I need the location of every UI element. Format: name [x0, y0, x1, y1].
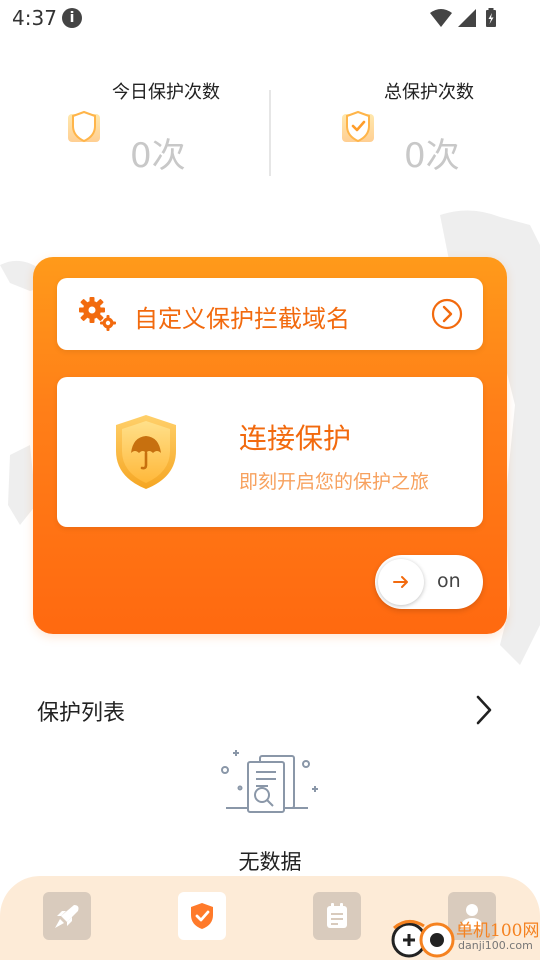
umbrella-shield-icon — [116, 415, 176, 489]
total-protection-value: 0次 — [404, 136, 460, 176]
toggle-label: on — [437, 570, 461, 592]
today-protection-label: 今日保护次数 — [112, 82, 220, 103]
signal-icon — [458, 9, 476, 27]
total-protection-stat: 总保护次数 0次 — [330, 76, 540, 176]
watermark-brand: 单机100网 — [456, 921, 540, 941]
watermark-url: danji100.com — [458, 939, 533, 952]
wifi-icon — [430, 9, 452, 27]
arrow-right-icon — [393, 576, 408, 588]
notes-icon — [327, 903, 347, 928]
custom-domain-button[interactable]: 自定义保护拦截域名 — [57, 278, 483, 350]
connect-subtitle: 即刻开启您的保护之旅 — [239, 471, 430, 493]
custom-domain-label: 自定义保护拦截域名 — [134, 305, 350, 333]
info-icon: i — [62, 8, 82, 28]
nav-notes[interactable] — [313, 892, 361, 940]
shield-check-icon — [191, 903, 213, 929]
today-protection-value: 0次 — [130, 136, 186, 176]
status-bar: 4:37 i — [0, 0, 540, 36]
nav-rocket[interactable] — [43, 892, 91, 940]
toggle-knob[interactable] — [378, 559, 424, 605]
battery-charging-icon — [486, 8, 496, 27]
shield-outline-icon — [68, 110, 100, 143]
chevron-right-icon[interactable] — [474, 694, 494, 726]
protection-list-title: 保护列表 — [37, 701, 126, 726]
nav-protection[interactable] — [178, 892, 226, 940]
status-time: 4:37 — [12, 6, 57, 30]
arrow-circle-right-icon[interactable] — [431, 298, 463, 330]
document-search-icon — [221, 750, 318, 813]
watermark-logo-icon — [391, 920, 455, 958]
gear-icon — [79, 297, 116, 331]
shield-check-icon — [342, 110, 374, 143]
status-icons — [430, 8, 496, 27]
total-protection-label: 总保护次数 — [384, 82, 474, 103]
connect-protection-card[interactable]: 连接保护 即刻开启您的保护之旅 — [57, 377, 483, 527]
stats-divider — [269, 90, 271, 176]
empty-state-text: 无数据 — [238, 850, 302, 874]
protection-toggle[interactable]: on — [375, 555, 483, 609]
connect-title: 连接保护 — [239, 422, 352, 455]
today-protection-stat: 今日保护次数 0次 — [56, 76, 276, 176]
watermark: 单机100网 danji100.com — [390, 914, 540, 960]
protection-list-header[interactable]: 保护列表 — [0, 688, 540, 732]
rocket-icon — [55, 905, 79, 928]
